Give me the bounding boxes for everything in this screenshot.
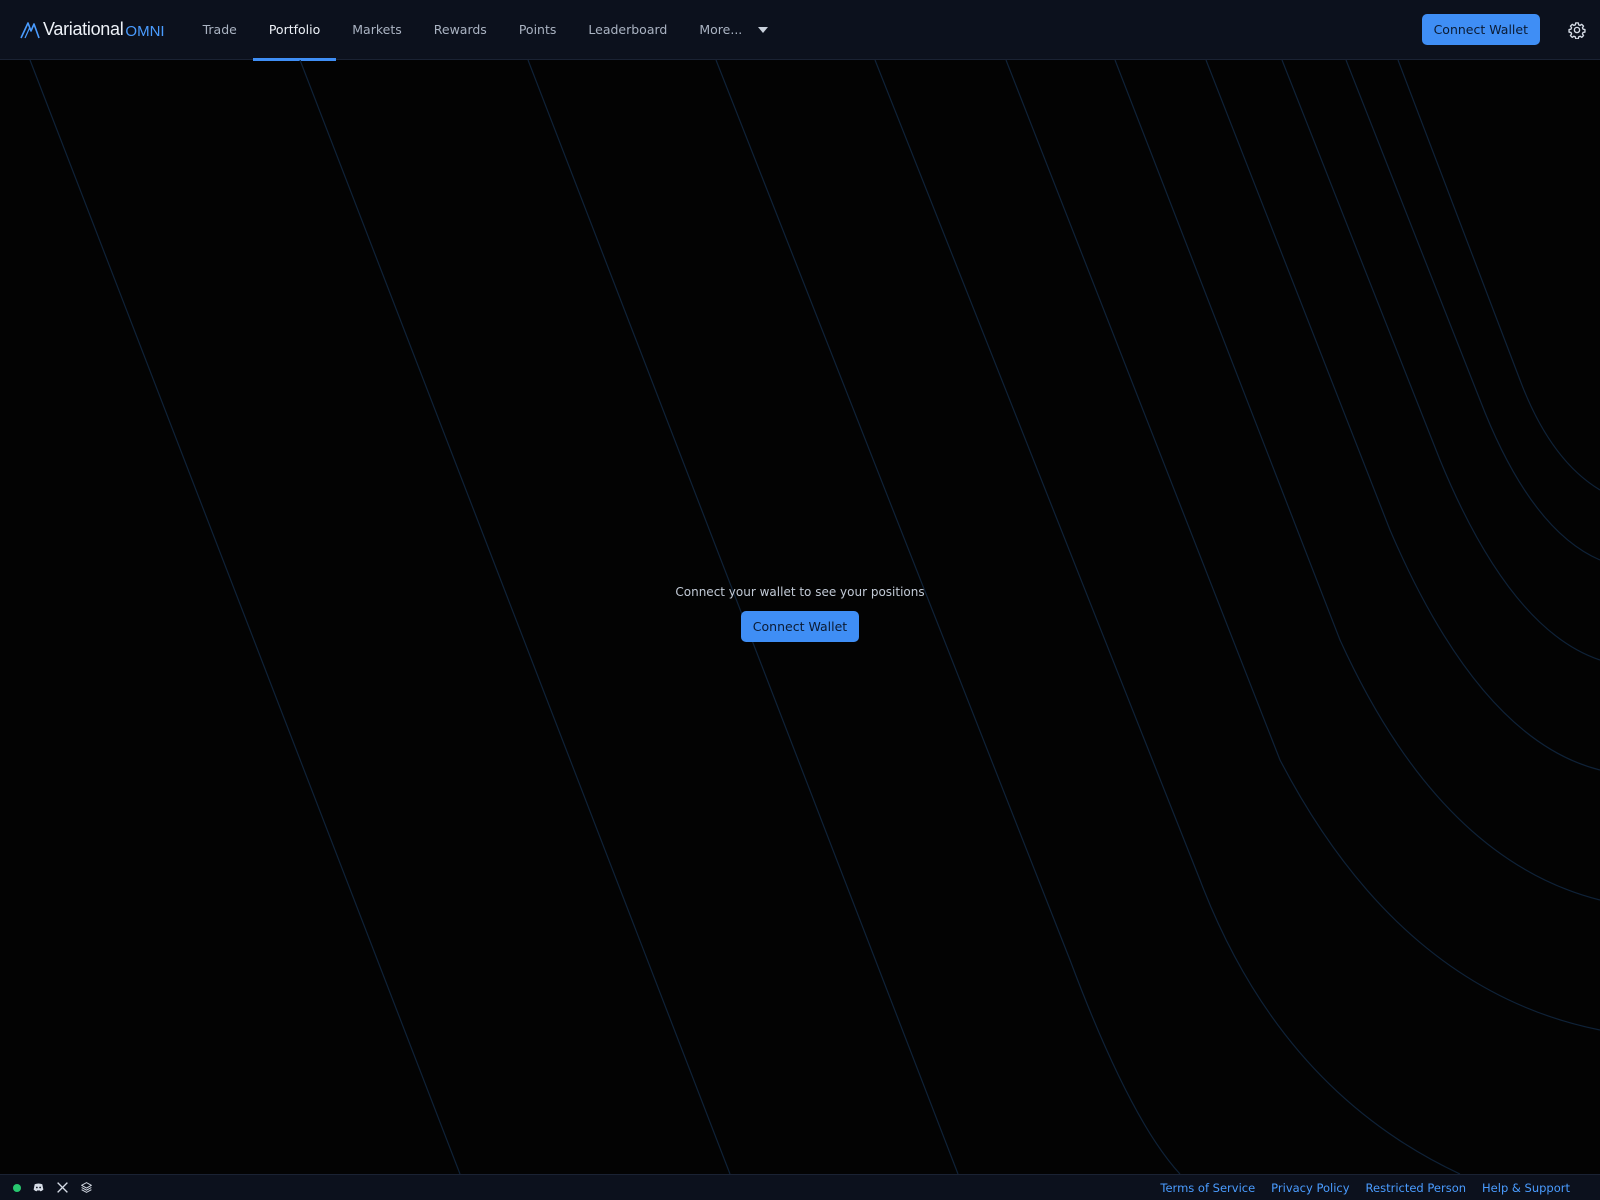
variational-logo-icon: [20, 21, 40, 38]
terms-of-service-link[interactable]: Terms of Service: [1160, 1181, 1255, 1195]
footer-links: Terms of Service Privacy Policy Restrict…: [1144, 1181, 1570, 1195]
privacy-policy-link[interactable]: Privacy Policy: [1271, 1181, 1349, 1195]
footer-icons: [13, 1181, 93, 1194]
nav-item-more[interactable]: More...: [683, 0, 784, 60]
nav-item-points[interactable]: Points: [503, 0, 573, 60]
discord-icon[interactable]: [32, 1181, 45, 1194]
gear-icon[interactable]: [1568, 21, 1586, 39]
connect-wallet-button[interactable]: Connect Wallet: [740, 611, 860, 642]
nav-item-trade[interactable]: Trade: [187, 0, 253, 60]
restricted-person-link[interactable]: Restricted Person: [1366, 1181, 1466, 1195]
x-icon[interactable]: [56, 1181, 69, 1194]
connect-prompt: Connect your wallet to see your position…: [0, 585, 1600, 642]
header-actions: Connect Wallet: [1421, 0, 1600, 60]
connect-wallet-message: Connect your wallet to see your position…: [675, 585, 925, 599]
docs-icon[interactable]: [80, 1181, 93, 1194]
top-navbar: Variational OMNI Trade Portfolio Markets…: [0, 0, 1600, 61]
help-support-link[interactable]: Help & Support: [1482, 1181, 1570, 1195]
chevron-down-icon: [758, 26, 769, 33]
nav-item-portfolio[interactable]: Portfolio: [252, 0, 337, 61]
header-connect-wallet-button[interactable]: Connect Wallet: [1421, 14, 1540, 45]
brand-logo[interactable]: Variational OMNI: [20, 0, 165, 60]
brand-name: Variational: [43, 19, 124, 39]
status-dot-icon: [13, 1183, 21, 1192]
nav-item-markets[interactable]: Markets: [336, 0, 417, 60]
app-root: Variational OMNI Trade Portfolio Markets…: [0, 0, 1600, 1200]
main-nav: Trade Portfolio Markets Rewards Points L…: [187, 0, 785, 61]
footer-bar: Terms of Service Privacy Policy Restrict…: [0, 1174, 1600, 1200]
nav-more-label: More...: [699, 22, 743, 37]
nav-item-leaderboard[interactable]: Leaderboard: [572, 0, 683, 60]
nav-item-rewards[interactable]: Rewards: [418, 0, 503, 60]
brand-suffix: OMNI: [125, 22, 165, 40]
